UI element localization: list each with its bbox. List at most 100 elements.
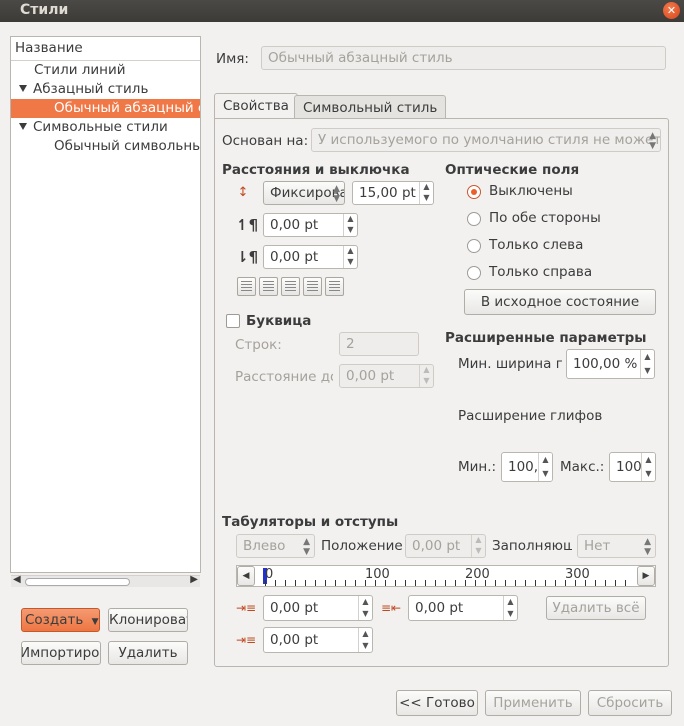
- line-spacing-field[interactable]: 15,00 pt ▲ ▼: [352, 181, 434, 205]
- tab-align-select[interactable]: Влево ▲ ▼: [236, 534, 315, 558]
- min-space-width-field[interactable]: 100,00 % ▲ ▼: [566, 349, 655, 379]
- dropcap-checkbox[interactable]: [226, 314, 240, 328]
- left-indent-icon: ⇥≡: [236, 633, 257, 647]
- stepper-icon[interactable]: ▲ ▼: [343, 246, 357, 268]
- stepper-icon[interactable]: ▲ ▼: [538, 453, 552, 481]
- apply-button[interactable]: Применить: [485, 690, 581, 716]
- stepper-icon[interactable]: ▲ ▼: [343, 214, 357, 236]
- ruler-label-100: 100: [365, 567, 390, 582]
- based-on-select[interactable]: У используемого по умолчанию стиля не мо…: [311, 128, 661, 152]
- dropcap-lines-field[interactable]: 2: [339, 332, 419, 356]
- optical-reset-button[interactable]: В исходное состояние: [464, 289, 656, 315]
- tree-item-label: Обычный абзацный стиль: [54, 100, 200, 116]
- align-force-justify-icon[interactable]: [325, 277, 344, 296]
- radio-off-label: Выключены: [489, 183, 573, 199]
- advanced-title: Расширенные параметры: [445, 330, 647, 346]
- tree-hscrollbar[interactable]: ◀ ▶: [11, 574, 200, 587]
- spin-arrows-icon: ▲ ▼: [333, 184, 340, 204]
- stepper-icon[interactable]: ▲ ▼: [358, 596, 372, 620]
- ruler-scroll-right-icon[interactable]: ▶: [637, 566, 655, 586]
- right-indent-icon: ≡⇤: [381, 601, 402, 615]
- expander-icon[interactable]: [19, 123, 27, 130]
- ruler-label-300: 300: [565, 567, 590, 582]
- space-above-field[interactable]: 0,00 pt ▲ ▼: [263, 213, 358, 237]
- ruler-scroll-left-icon[interactable]: ◀: [237, 566, 255, 586]
- based-on-label: Основан на:: [222, 133, 309, 149]
- scroll-right-icon[interactable]: ▶: [190, 574, 198, 585]
- first-line-indent-value: 0,00 pt: [270, 600, 319, 616]
- stepper-icon[interactable]: ▲ ▼: [640, 350, 654, 378]
- reset-button[interactable]: Сбросить: [588, 690, 672, 716]
- title-bar: Стили ✕: [0, 0, 684, 22]
- tree-item-label: Абзацный стиль: [33, 81, 149, 97]
- optical-title: Оптические поля: [445, 162, 580, 178]
- tab-fill-select[interactable]: Нет ▲ ▼: [577, 534, 656, 558]
- spin-arrows-icon: ▲ ▼: [644, 537, 651, 557]
- stepper-icon[interactable]: ▲ ▼: [471, 535, 485, 557]
- line-spacing-mode-select[interactable]: Фиксированный межстрочный интервал ▲▼: [263, 181, 345, 205]
- tree-item-character-styles[interactable]: Символьные стили: [11, 118, 200, 137]
- done-button[interactable]: << Готово: [396, 690, 478, 716]
- name-field[interactable]: Обычный абзацный стиль: [261, 46, 666, 70]
- dropcap-distance-field[interactable]: 0,00 pt ▲ ▼: [339, 364, 434, 388]
- space-above-icon: ↿¶: [236, 216, 259, 234]
- stepper-icon[interactable]: ▲ ▼: [419, 182, 433, 204]
- tab-character-style[interactable]: Символьный стиль: [294, 95, 447, 119]
- radio-off[interactable]: [467, 185, 481, 199]
- delete-button[interactable]: Удалить: [108, 641, 188, 665]
- align-center-icon[interactable]: [259, 277, 278, 296]
- tree-item-paragraph-styles[interactable]: Абзацный стиль: [11, 80, 200, 99]
- scroll-left-icon[interactable]: ◀: [13, 574, 21, 585]
- stepper-icon[interactable]: ▲ ▼: [358, 628, 372, 652]
- min-space-width-label: Мин. ширина пробела:: [458, 356, 562, 372]
- radio-both-sides[interactable]: [467, 212, 481, 226]
- dropcap-lines-value: 2: [346, 336, 355, 352]
- radio-left-only[interactable]: [467, 239, 481, 253]
- align-justify-icon[interactable]: [303, 277, 322, 296]
- expander-icon[interactable]: [19, 85, 27, 92]
- tab-fill-value: Нет: [584, 538, 611, 554]
- space-below-field[interactable]: 0,00 pt ▲ ▼: [263, 245, 358, 269]
- scroll-thumb[interactable]: [25, 578, 130, 586]
- align-right-icon[interactable]: [281, 277, 300, 296]
- space-above-value: 0,00 pt: [270, 217, 319, 233]
- tree-item-line-styles[interactable]: Стили линий: [11, 61, 200, 80]
- space-below-value: 0,00 pt: [270, 249, 319, 265]
- tree-column-header: Название: [11, 37, 200, 61]
- radio-right-only-label: Только справа: [489, 264, 593, 280]
- line-spacing-icon: ↕: [237, 185, 249, 200]
- min-space-width-value: 100,00 %: [573, 356, 638, 372]
- tree-item-label: Стили линий: [34, 62, 126, 78]
- delete-all-tabs-button[interactable]: Удалить всё: [546, 596, 646, 620]
- clone-button[interactable]: Клонировать: [108, 608, 188, 632]
- close-icon[interactable]: ✕: [663, 2, 680, 19]
- create-label: Создать: [25, 612, 84, 628]
- tab-position-value: 0,00 pt: [412, 538, 461, 554]
- line-spacing-value: 15,00 pt: [359, 185, 416, 201]
- ruler-label-0: 0: [265, 567, 274, 582]
- create-button[interactable]: Создать ▼: [21, 608, 100, 632]
- tab-position-field[interactable]: 0,00 pt ▲ ▼: [405, 534, 486, 558]
- glyph-min-field[interactable]: 100,00 % ▲▼: [501, 452, 553, 482]
- glyph-max-field[interactable]: 100,00 % ▲▼: [609, 452, 656, 482]
- align-left-icon[interactable]: [237, 277, 256, 296]
- tab-properties[interactable]: Свойства: [214, 93, 298, 119]
- first-line-indent-field[interactable]: 0,00 pt ▲ ▼: [263, 595, 373, 621]
- tab-align-value: Влево: [243, 538, 286, 554]
- stepper-icon[interactable]: ▲ ▼: [503, 596, 517, 620]
- import-button[interactable]: Импортировать: [21, 641, 101, 665]
- dropdown-arrow-icon: ▼: [91, 617, 99, 627]
- first-line-indent-icon: ⇥≡: [236, 601, 257, 615]
- stepper-icon[interactable]: ▲ ▼: [641, 453, 655, 481]
- window-title: Стили: [20, 2, 69, 18]
- stepper-icon[interactable]: ▲ ▼: [419, 365, 433, 387]
- dropcap-distance-value: 0,00 pt: [346, 368, 395, 384]
- tree-item-default-paragraph-style[interactable]: Обычный абзацный стиль: [11, 99, 200, 118]
- tab-ruler[interactable]: ◀ ▶ 0 100 200 300: [236, 565, 656, 587]
- tab-fill-label: Заполняющий символ: [492, 538, 572, 554]
- left-indent-field[interactable]: 0,00 pt ▲ ▼: [263, 627, 373, 653]
- tab-position-label: Положение: [321, 538, 403, 554]
- tree-item-default-character-style[interactable]: Обычный символьный стиль: [11, 137, 200, 156]
- radio-right-only[interactable]: [467, 266, 481, 280]
- right-indent-field[interactable]: 0,00 pt ▲ ▼: [408, 595, 518, 621]
